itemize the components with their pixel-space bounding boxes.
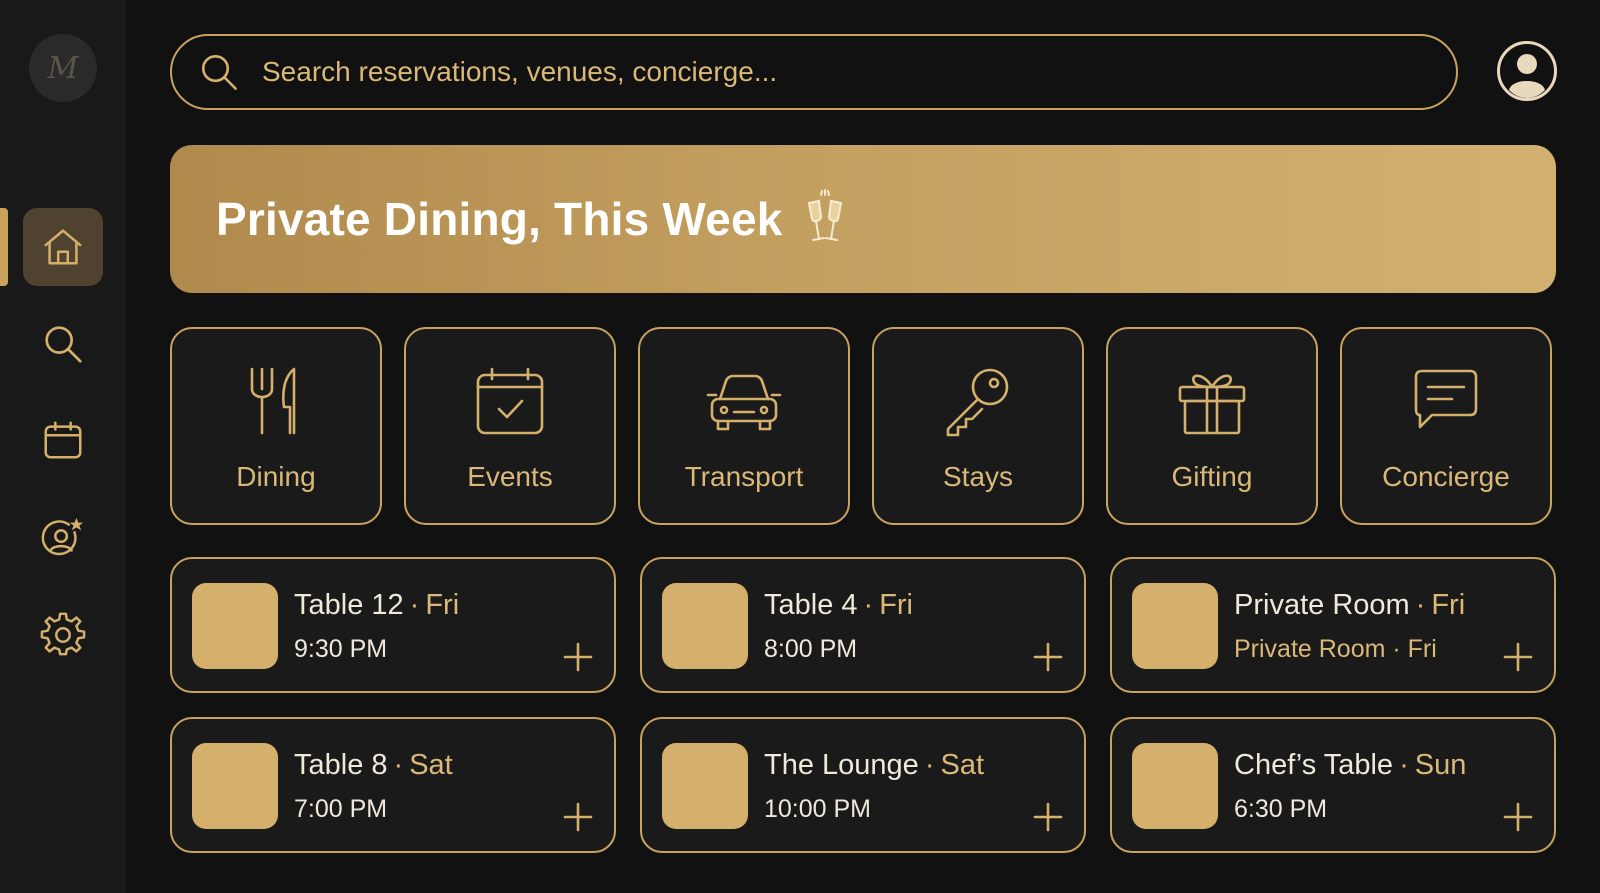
banner-title: Private Dining, This Week	[216, 193, 783, 245]
sidebar-item-favorites[interactable]	[23, 499, 103, 577]
plus-icon	[1503, 802, 1533, 832]
add-button[interactable]	[1032, 641, 1064, 673]
sidebar-item-home[interactable]	[23, 208, 103, 286]
brand-logo[interactable]: M	[29, 34, 97, 102]
booking-time: 9:30 PM	[294, 635, 388, 663]
calendar-check-icon	[476, 367, 544, 435]
booking-time: 6:30 PM	[1234, 795, 1328, 823]
search-icon	[201, 54, 237, 90]
hero-banner[interactable]: Private Dining, This Week	[170, 145, 1556, 293]
add-button[interactable]	[1032, 801, 1064, 833]
category-stays[interactable]: Stays	[872, 327, 1084, 525]
user-profile-icon	[1497, 41, 1557, 101]
add-button[interactable]	[1502, 801, 1534, 833]
search-icon	[45, 326, 82, 363]
category-label: Stays	[942, 461, 1014, 492]
booking-time: 8:00 PM	[764, 635, 858, 663]
category-label: Gifting	[1171, 461, 1253, 492]
plus-icon	[563, 802, 593, 832]
booking-title: Table 12 · Fri	[294, 589, 460, 621]
category-transport[interactable]: Transport	[638, 327, 850, 525]
logo-monogram: M	[47, 50, 79, 86]
sidebar-item-search[interactable]	[23, 305, 103, 383]
booking-card[interactable]: The Lounge · Sat 10:00 PM	[640, 717, 1086, 853]
plus-icon	[563, 642, 593, 672]
search-bar[interactable]	[170, 34, 1458, 110]
gift-icon	[1178, 374, 1246, 435]
booking-title: Table 4 · Fri	[764, 589, 914, 621]
booking-card[interactable]: Table 8 · Sat 7:00 PM	[170, 717, 616, 853]
add-button[interactable]	[562, 801, 594, 833]
main-content: Private Dining, This Week	[126, 0, 1600, 893]
profile-star-icon	[41, 517, 84, 556]
venue-thumbnail	[662, 583, 748, 669]
category-dining[interactable]: Dining	[170, 327, 382, 525]
venue-thumbnail	[662, 743, 748, 829]
booking-time: Private Room · Fri	[1234, 635, 1437, 663]
category-label: Dining	[236, 461, 316, 492]
plus-icon	[1033, 642, 1063, 672]
gear-icon	[40, 612, 86, 656]
category-concierge[interactable]: Concierge	[1340, 327, 1552, 525]
home-icon	[44, 229, 82, 265]
sidebar-item-settings[interactable]	[23, 596, 103, 674]
add-button[interactable]	[1502, 641, 1534, 673]
booking-title: The Lounge · Sat	[764, 749, 985, 781]
sidebar: M	[0, 0, 126, 893]
key-icon	[946, 368, 1009, 437]
booking-grid: Table 12 · Fri 9:30 PM Table 4 · Fri 8:00 PM…	[170, 557, 1556, 853]
chat-icon	[1414, 369, 1478, 429]
booking-title: Table 8 · Sat	[294, 749, 453, 781]
venue-thumbnail	[192, 583, 278, 669]
category-events[interactable]: Events	[404, 327, 616, 525]
booking-card[interactable]: Private Room · Fri Private Room · Fri	[1110, 557, 1556, 693]
app: M Search reservations, venues, concierge…	[0, 0, 1600, 893]
avatar[interactable]	[1496, 40, 1558, 102]
champagne-toast-icon	[807, 189, 842, 241]
category-label: Transport	[684, 461, 804, 492]
booking-time: 10:00 PM	[764, 795, 872, 823]
booking-title: Private Room · Fri	[1234, 589, 1466, 621]
car-icon	[706, 374, 782, 431]
sidebar-item-calendar[interactable]	[23, 402, 103, 480]
add-button[interactable]	[562, 641, 594, 673]
venue-thumbnail	[192, 743, 278, 829]
calendar-icon	[44, 421, 82, 459]
booking-time: 7:00 PM	[294, 795, 388, 823]
category-label: Events	[467, 461, 553, 492]
booking-card[interactable]: Table 12 · Fri 9:30 PM	[170, 557, 616, 693]
booking-card[interactable]: Table 4 · Fri 8:00 PM	[640, 557, 1086, 693]
venue-thumbnail	[1132, 743, 1218, 829]
search-input[interactable]	[262, 47, 1412, 97]
category-grid: Dining Events Transport Stays Gifting Co…	[170, 327, 1556, 525]
venue-thumbnail	[1132, 583, 1218, 669]
plus-icon	[1033, 802, 1063, 832]
active-indicator	[0, 208, 8, 286]
category-gifting[interactable]: Gifting	[1106, 327, 1318, 525]
plus-icon	[1503, 642, 1533, 672]
booking-card[interactable]: Chef’s Table · Sun 6:30 PM	[1110, 717, 1556, 853]
booking-title: Chef’s Table · Sun	[1234, 749, 1467, 781]
category-label: Concierge	[1382, 461, 1510, 492]
fork-knife-icon	[250, 367, 296, 435]
